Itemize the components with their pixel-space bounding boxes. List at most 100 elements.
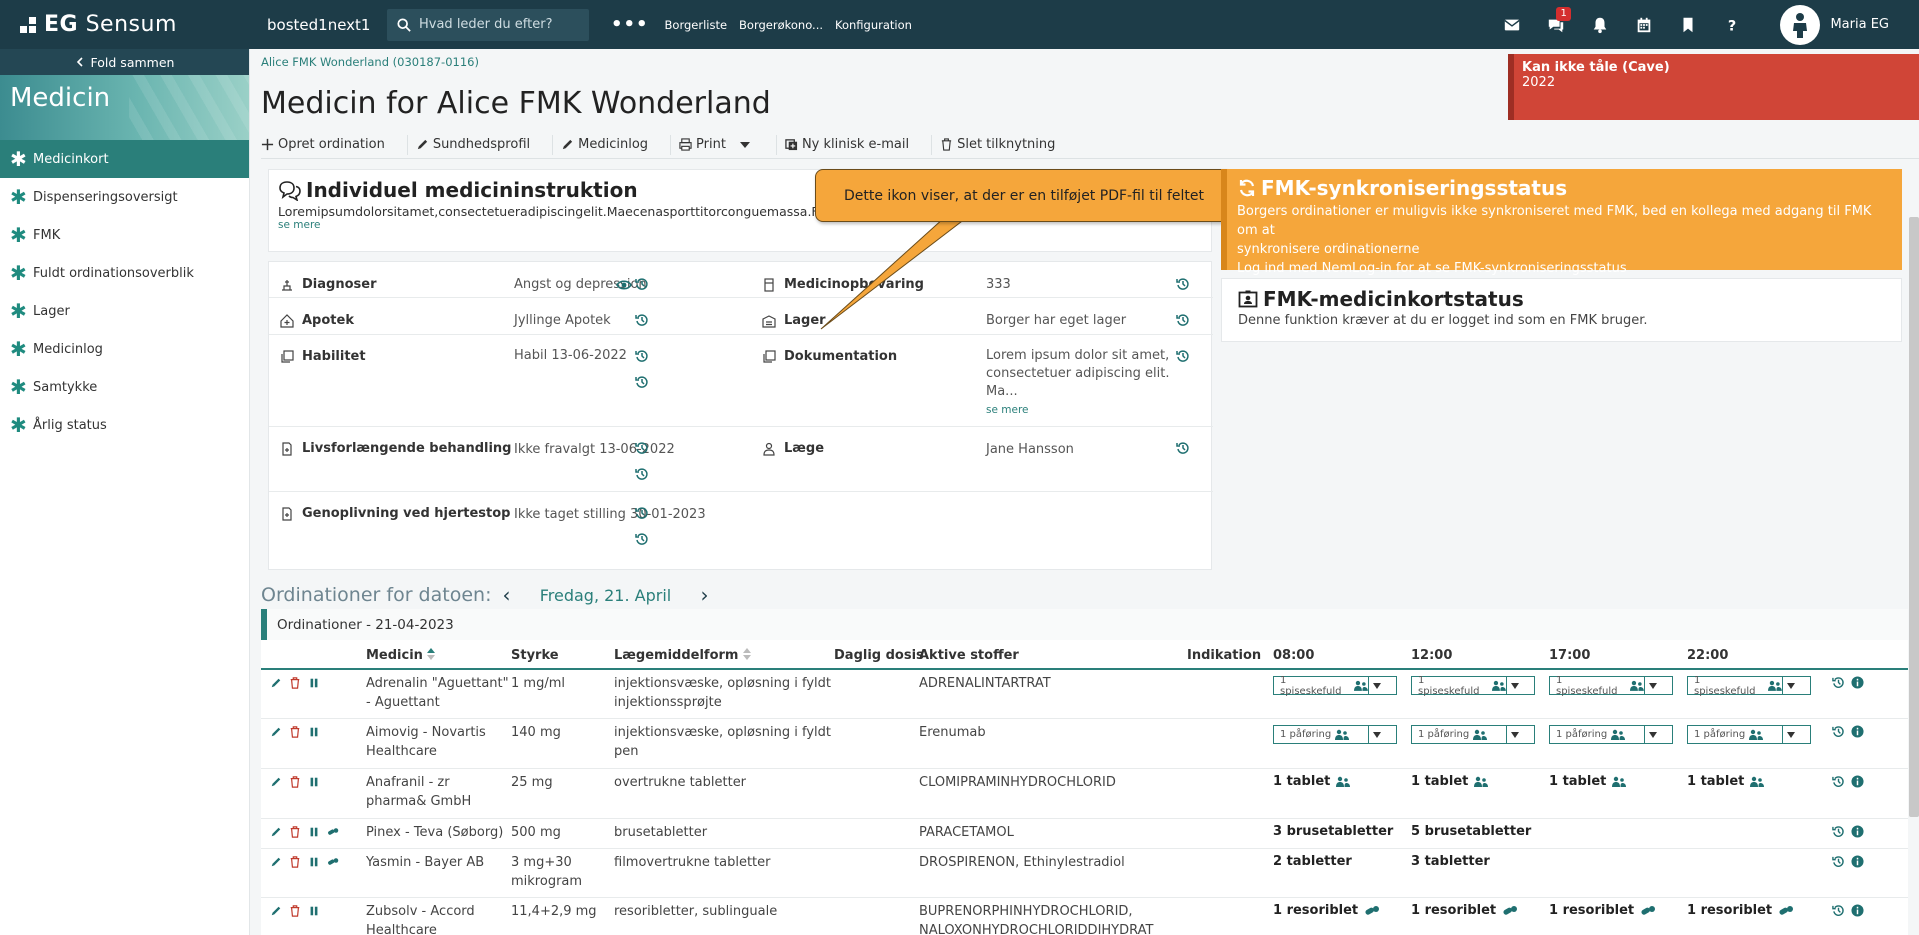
dose-dropdown[interactable]: 1 påføring — [1687, 725, 1811, 744]
history-icon[interactable] — [635, 441, 649, 455]
eye-icon[interactable] — [616, 278, 632, 292]
column-daglig-dosis[interactable]: Daglig dosis — [834, 648, 924, 663]
dose-dropdown[interactable]: 1 spiseskefuld — [1687, 675, 1811, 697]
history-icon[interactable] — [635, 375, 649, 389]
history-icon[interactable] — [635, 506, 649, 520]
table-row[interactable]: Pinex - Teva (Søborg) 500 mg brusetablette… — [261, 819, 1908, 849]
dose-dropdown[interactable]: 1 spiseskefuld — [1273, 675, 1397, 697]
dropdown-caret[interactable] — [1644, 726, 1661, 743]
delete-icon[interactable] — [289, 677, 301, 689]
history-icon[interactable] — [635, 313, 649, 327]
column-aktive-stoffer[interactable]: Aktive stoffer — [919, 648, 1019, 663]
sidebar-item-dispenseringsoversigt[interactable]: ✱ Dispenseringsoversigt — [0, 178, 249, 216]
previous-date-button[interactable]: ‹ — [491, 583, 521, 607]
info-icon[interactable] — [1851, 775, 1864, 788]
history-icon[interactable] — [1832, 676, 1845, 689]
search-box[interactable] — [387, 8, 589, 41]
edit-icon[interactable] — [270, 826, 282, 838]
info-icon[interactable] — [1851, 725, 1864, 738]
history-icon[interactable] — [1176, 349, 1190, 363]
pause-icon[interactable] — [308, 826, 320, 838]
edit-icon[interactable] — [270, 726, 282, 738]
table-row[interactable]: Aimovig - Novartis Healthcare 140 mg injekt… — [261, 719, 1908, 769]
history-icon[interactable] — [1176, 277, 1190, 291]
table-row[interactable]: Zubsolv - Accord Healthcare 11,4+2,9 mg res… — [261, 898, 1908, 935]
history-icon[interactable] — [1832, 904, 1845, 917]
create-ordination-button[interactable]: Opret ordination — [261, 134, 395, 156]
pause-icon[interactable] — [308, 856, 320, 868]
column-indikation[interactable]: Indikation — [1187, 648, 1261, 663]
help-button[interactable]: ? — [1710, 0, 1754, 49]
history-icon[interactable] — [1176, 313, 1190, 327]
dropdown-caret[interactable] — [1506, 726, 1523, 743]
delete-icon[interactable] — [289, 726, 301, 738]
dropdown-caret[interactable] — [1368, 726, 1385, 743]
tenant-name[interactable]: bosted1next1 — [267, 16, 387, 34]
cave-alert[interactable]: Kan ikke tåle (Cave) 2022 — [1508, 54, 1919, 120]
bookmarks-button[interactable] — [1666, 0, 1710, 49]
more-menu-button[interactable]: ••• — [611, 14, 649, 35]
edit-icon[interactable] — [270, 776, 282, 788]
nav-borgerliste[interactable]: Borgerliste — [665, 18, 728, 32]
history-icon[interactable] — [1832, 775, 1845, 788]
dose-dropdown[interactable]: 1 spiseskefuld — [1411, 675, 1535, 697]
delete-connection-button[interactable]: Slet tilknytning — [940, 134, 1065, 156]
history-icon[interactable] — [635, 532, 649, 546]
mail-button[interactable] — [1490, 0, 1534, 49]
medication-log-button[interactable]: Medicinlog — [561, 134, 658, 156]
notifications-button[interactable] — [1578, 0, 1622, 49]
column-medicin[interactable]: Medicin — [366, 648, 436, 663]
dose-dropdown[interactable]: 1 påføring — [1411, 725, 1535, 744]
dropdown-caret[interactable] — [1506, 677, 1523, 694]
dropdown-caret[interactable] — [1782, 726, 1799, 743]
breadcrumb[interactable]: Alice FMK Wonderland (030187-0116) — [261, 55, 479, 69]
dose-dropdown[interactable]: 1 påføring — [1273, 725, 1397, 744]
column-2200[interactable]: 22:00 — [1687, 648, 1728, 663]
table-row[interactable]: Anafranil - zr pharma& GmbH 25 mg overtrukn… — [261, 769, 1908, 819]
column-0800[interactable]: 08:00 — [1273, 648, 1314, 663]
info-icon[interactable] — [1851, 855, 1864, 868]
delete-icon[interactable] — [289, 826, 301, 838]
column-styrke[interactable]: Styrke — [511, 648, 559, 663]
dose-dropdown[interactable]: 1 påføring — [1549, 725, 1673, 744]
history-icon[interactable] — [635, 277, 649, 291]
pause-icon[interactable] — [308, 776, 320, 788]
page-scrollbar[interactable] — [1909, 217, 1919, 817]
history-icon[interactable] — [1176, 441, 1190, 455]
health-profile-button[interactable]: Sundhedsprofil — [416, 134, 540, 156]
dokumentation-see-more-link[interactable]: se mere — [986, 401, 1169, 419]
history-icon[interactable] — [1832, 855, 1845, 868]
table-row[interactable]: Yasmin - Bayer AB 3 mg+30 mikrogram filmove… — [261, 849, 1908, 898]
sidebar-item-medicinkort[interactable]: ✱ Medicinkort — [0, 140, 249, 178]
nav-borgerokonomi[interactable]: Borgerøkono... — [739, 18, 823, 32]
dropdown-caret[interactable] — [1368, 677, 1385, 694]
dropdown-caret[interactable] — [1782, 677, 1799, 694]
next-date-button[interactable]: › — [689, 583, 719, 607]
sidebar-item-medicinlog[interactable]: ✱ Medicinlog — [0, 330, 249, 368]
column-1700[interactable]: 17:00 — [1549, 648, 1590, 663]
history-icon[interactable] — [1832, 725, 1845, 738]
column-1200[interactable]: 12:00 — [1411, 648, 1452, 663]
collapse-sidebar-button[interactable]: Fold sammen — [0, 49, 249, 75]
column-laegemiddelform[interactable]: Lægemiddelform — [614, 648, 751, 663]
nav-konfiguration[interactable]: Konfiguration — [835, 18, 912, 32]
messages-button[interactable]: 1 — [1534, 0, 1578, 49]
info-icon[interactable] — [1851, 676, 1864, 689]
edit-icon[interactable] — [270, 905, 282, 917]
info-icon[interactable] — [1851, 825, 1864, 838]
user-menu[interactable]: Maria EG — [1754, 4, 1919, 45]
edit-icon[interactable] — [270, 677, 282, 689]
history-icon[interactable] — [635, 349, 649, 363]
dropdown-caret[interactable] — [1644, 677, 1661, 694]
edit-icon[interactable] — [270, 856, 282, 868]
sidebar-item-fuldt-ordinationsoverblik[interactable]: ✱ Fuldt ordinationsoverblik — [0, 254, 249, 292]
table-row[interactable]: Adrenalin "Aguettant" - Aguettant 1 mg/ml i… — [261, 670, 1908, 719]
sidebar-item-fmk[interactable]: ✱ FMK — [0, 216, 249, 254]
print-button[interactable]: Print — [679, 134, 764, 156]
history-icon[interactable] — [1832, 825, 1845, 838]
sidebar-item-lager[interactable]: ✱ Lager — [0, 292, 249, 330]
current-date[interactable]: Fredag, 21. April — [521, 586, 689, 605]
new-clinical-email-button[interactable]: Ny klinisk e-mail — [785, 134, 919, 156]
search-input[interactable] — [419, 17, 579, 32]
logo[interactable]: EG Sensum — [0, 12, 250, 37]
